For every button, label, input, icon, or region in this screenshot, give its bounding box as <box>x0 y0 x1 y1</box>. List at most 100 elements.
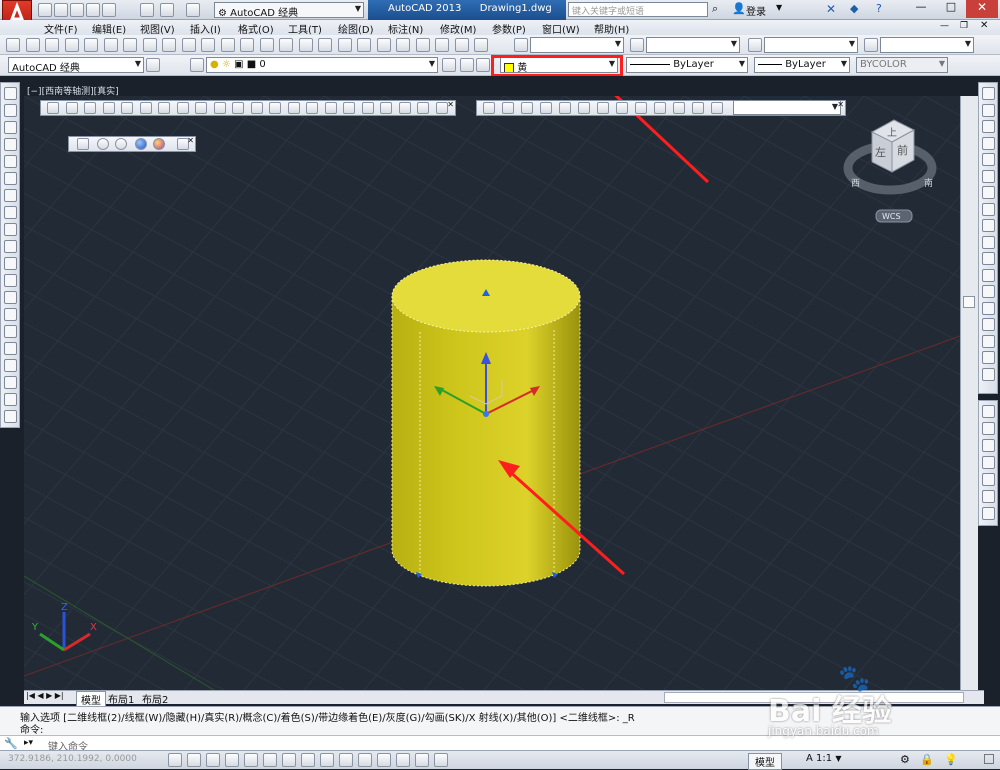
make-block-icon[interactable] <box>4 291 17 304</box>
wrench-icon[interactable]: 🔧 <box>4 737 18 750</box>
qnew-icon[interactable] <box>6 38 20 52</box>
region-icon[interactable] <box>4 359 17 372</box>
sheet-set-icon[interactable] <box>415 38 430 52</box>
mtext-icon[interactable] <box>4 393 17 406</box>
close-icon[interactable]: ✕ <box>966 0 998 18</box>
print-icon[interactable] <box>140 3 154 17</box>
infer-constraints-icon[interactable] <box>168 753 182 767</box>
vertical-scrollbar-thumb[interactable] <box>963 296 975 308</box>
box-icon[interactable] <box>65 102 78 114</box>
table-style-combo[interactable]: ▼ <box>764 37 858 53</box>
menu-file[interactable]: 文件(F) <box>44 21 78 36</box>
plotstyle-combo[interactable]: BYCOLOR ▼ <box>856 57 948 73</box>
properties-icon[interactable] <box>357 38 371 52</box>
subtract-icon[interactable] <box>343 102 355 114</box>
snap-icon[interactable] <box>187 753 201 767</box>
ellipse-arc-icon[interactable] <box>4 257 17 270</box>
text-style-icon[interactable] <box>514 38 528 52</box>
cylinder-solid[interactable] <box>391 259 581 587</box>
text-style-combo[interactable]: ▼ <box>530 37 624 53</box>
help-icon[interactable] <box>474 38 488 52</box>
add-selected-icon[interactable] <box>4 410 17 423</box>
doc-close-icon[interactable]: ✕ <box>980 20 988 31</box>
design-center-icon[interactable] <box>376 38 391 52</box>
toolbar-close-icon[interactable]: ✕ <box>837 100 844 109</box>
ducs-icon[interactable] <box>320 753 334 767</box>
stay-connected-icon[interactable]: ◆ <box>850 2 858 15</box>
copy-object-icon[interactable] <box>982 103 995 117</box>
send-under-icon[interactable] <box>982 456 995 469</box>
isolate-objects-icon[interactable]: 💡 <box>944 753 958 766</box>
join-icon[interactable] <box>982 301 995 315</box>
workspace-combo[interactable]: AutoCAD 经典 ▼ <box>8 57 144 73</box>
wireframe-3d-icon[interactable] <box>97 138 109 150</box>
union-icon[interactable] <box>324 102 337 114</box>
workspace-selector[interactable]: ⚙ AutoCAD 经典 ▼ <box>214 2 364 18</box>
presspull-icon[interactable] <box>250 102 263 114</box>
wedge-icon[interactable] <box>84 102 96 114</box>
workspace-switch-icon[interactable]: ⚙ <box>900 753 910 766</box>
view-manager-icon[interactable] <box>711 102 723 114</box>
save-icon[interactable] <box>70 3 84 17</box>
realistic-icon[interactable] <box>135 138 147 150</box>
circle-icon[interactable] <box>4 189 17 202</box>
dyn-icon[interactable] <box>339 753 353 767</box>
menu-help[interactable]: 帮助(H) <box>594 21 629 36</box>
print-icon[interactable] <box>64 38 79 52</box>
tool-palettes-icon[interactable] <box>396 38 410 52</box>
planar-surface-icon[interactable] <box>213 102 226 114</box>
save-as-icon[interactable] <box>86 3 100 17</box>
toolbar-close-icon[interactable]: ✕ <box>447 100 454 109</box>
coordinates-readout[interactable]: 372.9186, 210.1992, 0.0000 <box>8 754 137 764</box>
hatch-icon[interactable] <box>4 325 17 338</box>
bottom-view-icon[interactable] <box>521 102 533 114</box>
intersect-icon[interactable] <box>361 102 374 114</box>
otrack-icon[interactable] <box>301 753 315 767</box>
menu-edit[interactable]: 编辑(E) <box>92 21 126 36</box>
linetype-combo[interactable]: ByLayer ▼ <box>626 57 748 73</box>
front-view-icon[interactable] <box>578 102 590 114</box>
wireframe-2d-icon[interactable] <box>77 138 89 150</box>
trim-icon[interactable] <box>982 235 995 249</box>
viewport-controls[interactable]: [−][西南等轴测][真实] <box>27 84 119 97</box>
lineweight-combo[interactable]: ByLayer ▼ <box>754 57 850 73</box>
arc-icon[interactable] <box>4 172 17 185</box>
3d-rotate-icon[interactable] <box>398 102 411 114</box>
menu-draw[interactable]: 绘图(D) <box>338 21 374 36</box>
quickcalc-icon[interactable] <box>454 38 469 52</box>
lock-ui-icon[interactable]: 🔒 <box>920 753 934 766</box>
layer-manager-icon[interactable] <box>190 58 204 72</box>
help-icon[interactable]: ? <box>876 2 882 15</box>
menu-dimension[interactable]: 标注(N) <box>388 21 423 36</box>
zoom-realtime-icon[interactable] <box>298 38 313 52</box>
exchange-icon[interactable]: ✕ <box>826 2 836 16</box>
scale-icon[interactable] <box>982 202 995 216</box>
text-to-front-icon[interactable] <box>982 473 995 486</box>
insert-block-icon[interactable] <box>4 274 17 287</box>
3d-array-icon[interactable] <box>435 102 448 114</box>
block-editor-icon[interactable] <box>220 38 235 52</box>
dim-style-combo[interactable]: ▼ <box>646 37 740 53</box>
tab-layout1[interactable]: 布局1 <box>108 691 134 706</box>
table-icon[interactable] <box>4 376 17 389</box>
zoom-window-icon[interactable] <box>318 38 332 52</box>
array-icon[interactable] <box>982 153 995 166</box>
rotate-icon[interactable] <box>982 186 995 199</box>
multileader-style-combo[interactable]: ▼ <box>880 37 974 53</box>
tab-nav-icons[interactable]: |◀ ◀ ▶ ▶| <box>26 691 64 700</box>
redo-icon[interactable] <box>186 3 200 17</box>
blend-icon[interactable] <box>982 351 995 364</box>
named-view-combo[interactable]: ▼ <box>733 100 841 115</box>
qp-icon[interactable] <box>396 753 410 767</box>
am-icon[interactable] <box>434 753 448 767</box>
plot-icon[interactable] <box>102 3 116 17</box>
move-icon[interactable] <box>982 169 995 183</box>
pyramid-icon[interactable] <box>176 102 189 114</box>
menu-modify[interactable]: 修改(M) <box>440 21 476 36</box>
sweep-icon[interactable] <box>269 102 281 114</box>
save-icon[interactable] <box>45 38 59 52</box>
point-icon[interactable] <box>4 308 17 321</box>
search-input[interactable]: 键入关键字或短语 <box>568 2 708 17</box>
command-recent-icon[interactable]: ▸▾ <box>24 738 33 748</box>
3d-osnap-icon[interactable] <box>282 753 296 767</box>
